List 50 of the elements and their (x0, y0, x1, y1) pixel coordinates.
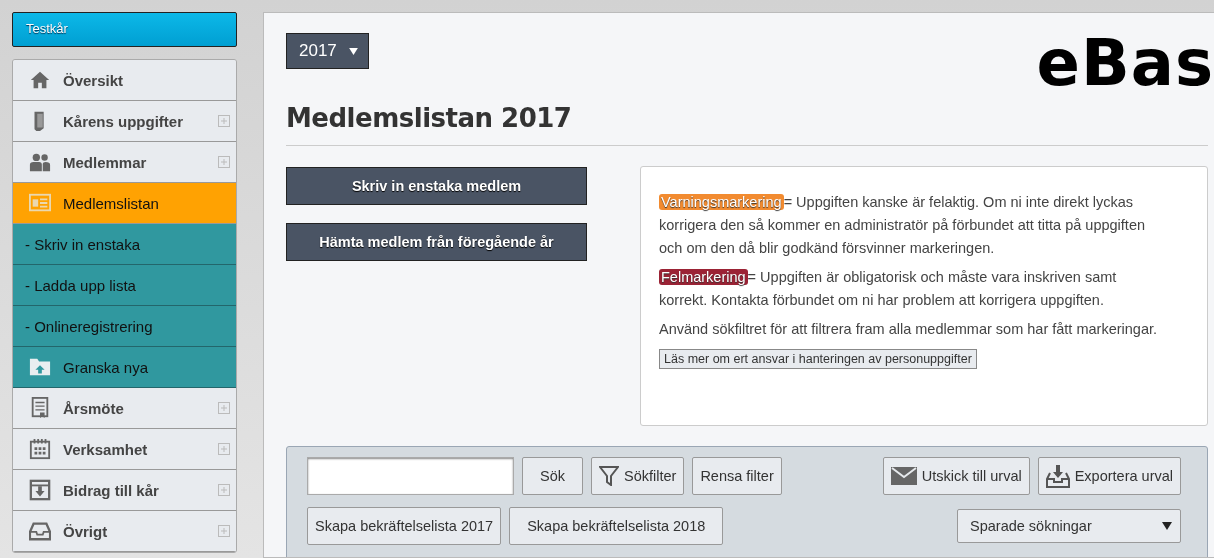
expand-icon[interactable] (218, 115, 230, 127)
sidebar-item[interactable]: - Skriv in enstaka (13, 224, 236, 265)
sidebar-item[interactable]: Årsmöte (13, 388, 236, 429)
calendar-icon (29, 438, 51, 460)
download-tray-icon (1045, 464, 1070, 488)
page-title: Medlemslistan 2017 (286, 103, 1208, 146)
sidebar-item[interactable]: - Ladda upp lista (13, 265, 236, 306)
sidebar-item[interactable]: Bidrag till kår (13, 470, 236, 511)
info-paragraph: Varningsmarkering= Uppgiften kanske är felaktig. Om ni inte direkt lyckas korrigera den så kommer en administratör på förbundet att titta på uppgiften och om den då blir godkänd försvinner markeringen. (659, 193, 1147, 258)
confirmation-list-button[interactable]: Skapa bekräftelselista 2017 (307, 507, 502, 545)
sidebar-item[interactable]: Översikt (13, 60, 236, 101)
expand-icon[interactable] (218, 402, 230, 414)
home-icon (29, 69, 51, 91)
action-button[interactable]: Skriv in enstaka medlem (286, 167, 587, 205)
expand-icon[interactable] (218, 484, 230, 496)
document-icon (29, 397, 51, 419)
expand-icon[interactable] (218, 443, 230, 455)
envelope-icon (890, 467, 917, 485)
sidebar-item[interactable]: Kårens uppgifter (13, 101, 236, 142)
confirmation-list-button[interactable]: Skapa bekräftelselista 2018 (509, 507, 724, 545)
sidebar-item[interactable]: Medlemmar (13, 142, 236, 183)
search-button[interactable]: Sök (522, 457, 583, 495)
clear-filter-button[interactable]: Rensa filter (692, 457, 782, 495)
sidebar-item[interactable]: Verksamhet (13, 429, 236, 470)
id-card-icon (29, 192, 51, 214)
logo: eBas (1036, 35, 1214, 91)
saved-searches-select[interactable]: Sparade sökningar (957, 509, 1181, 543)
expand-icon[interactable] (218, 156, 230, 168)
sidebar-item[interactable]: - Onlineregistrering (13, 306, 236, 347)
download-box-icon (29, 479, 51, 501)
read-more-button[interactable]: Läs mer om ert ansvar i hanteringen av personuppgifter (659, 349, 977, 369)
filter-button[interactable]: Sökfilter (591, 457, 685, 495)
action-button[interactable]: Hämta medlem från föregående år (286, 223, 587, 261)
mail-button[interactable]: Utskick till urval (882, 457, 1030, 495)
sidebar-item[interactable]: Övrigt (13, 511, 236, 552)
people-icon (29, 151, 51, 173)
caret-icon (349, 47, 358, 55)
organization-header: Testkår (12, 12, 237, 47)
filter-icon (599, 466, 619, 486)
year-select[interactable]: 2017 (286, 33, 369, 69)
info-paragraph: Använd sökfiltret för att filtrera fram alla medlemmar som har fått markeringar. (659, 320, 1158, 339)
export-button[interactable]: Exportera urval (1037, 457, 1181, 495)
folder-icon (29, 356, 51, 378)
info-paragraph: Felmarkering= Uppgiften är obligatorisk och måste vara inskriven samt korrekt. Kontakta förbundet om ni har problem att korrigera uppgiften. (659, 268, 1118, 310)
sidebar-item[interactable]: Medlemslistan (13, 183, 236, 224)
expand-icon[interactable] (218, 525, 230, 537)
caret-icon (1162, 522, 1172, 530)
inbox-icon (29, 520, 51, 542)
sidebar-item[interactable]: Granska nya (13, 347, 236, 388)
search-field[interactable] (307, 457, 514, 495)
